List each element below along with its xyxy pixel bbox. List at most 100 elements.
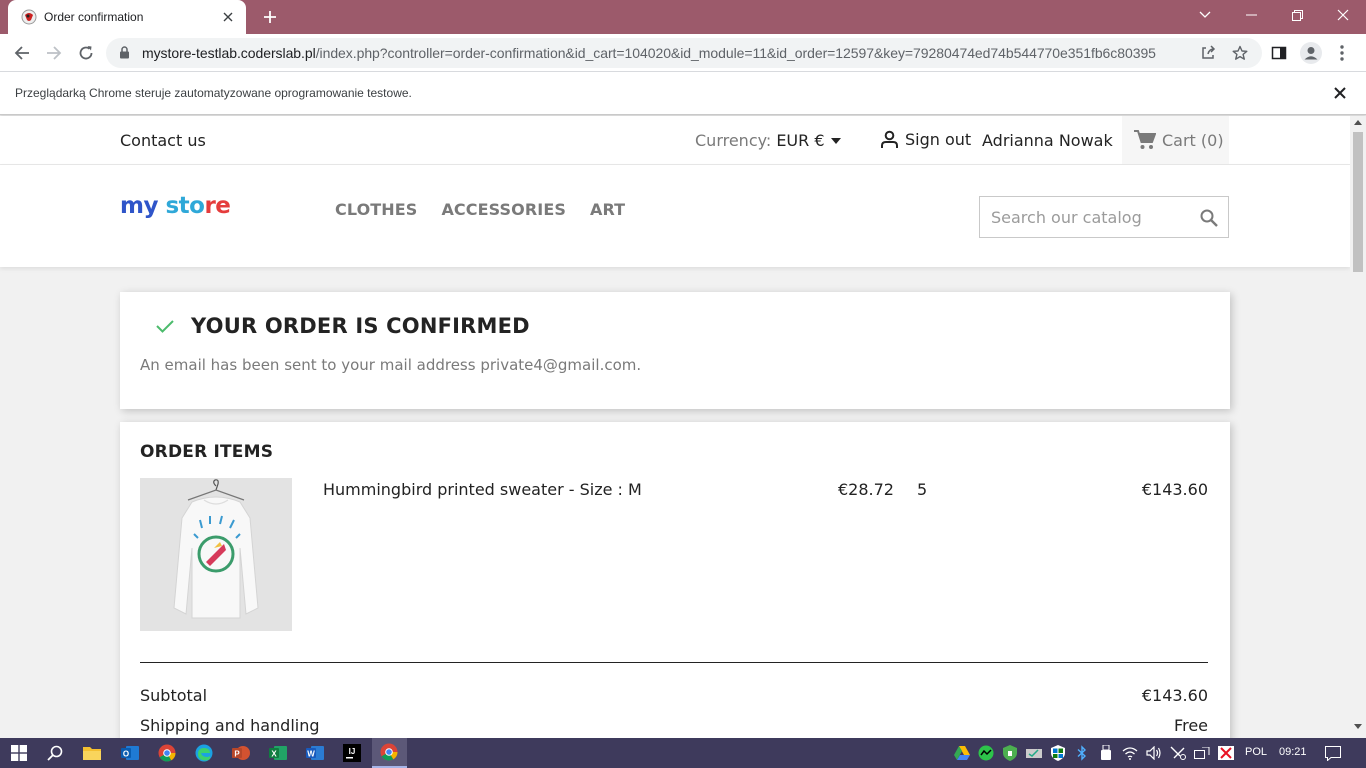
confirmation-email-text: An email has been sent to your mail addr… (140, 356, 642, 374)
shipping-value: Free (1174, 716, 1208, 735)
chrome-active-taskbar-item[interactable] (372, 738, 407, 768)
sign-out-link[interactable]: Sign out (880, 130, 971, 149)
page-scrollbar[interactable] (1350, 116, 1366, 738)
search-icon[interactable] (1200, 209, 1218, 231)
clock-time[interactable]: 09:21 (1279, 746, 1307, 758)
windows-security-icon[interactable] (1050, 745, 1066, 761)
powerpoint-icon[interactable]: P (230, 742, 252, 764)
network-drive-icon[interactable] (1026, 745, 1042, 761)
scroll-up-icon[interactable] (1354, 120, 1362, 125)
volume-icon[interactable] (1146, 745, 1162, 761)
minimize-icon[interactable] (1228, 0, 1274, 30)
header-nav-bar: Contact us Currency: EUR € Sign out Adri… (0, 116, 1350, 165)
action-center-icon[interactable] (1325, 745, 1341, 761)
product-name: Hummingbird printed sweater - Size : M (323, 480, 642, 499)
product-image (140, 478, 292, 631)
bookmark-star-icon[interactable] (1230, 43, 1250, 63)
currency-value: EUR € (776, 131, 825, 150)
tab-search-icon[interactable] (1182, 0, 1228, 30)
menu-dots-icon[interactable] (1328, 39, 1356, 67)
notification-error-icon[interactable] (1218, 745, 1234, 761)
product-quantity: 5 (917, 480, 928, 499)
cart-button[interactable]: Cart (0) (1122, 116, 1229, 164)
search-widget (979, 196, 1229, 238)
lock-icon (120, 46, 129, 59)
cart-label: Cart (0) (1162, 130, 1224, 150)
store-logo[interactable]: my store (120, 193, 231, 219)
file-explorer-icon[interactable] (81, 742, 103, 764)
subtotal-label: Subtotal (140, 686, 208, 705)
sync-status-icon[interactable] (978, 745, 994, 761)
sign-out-label: Sign out (905, 130, 972, 149)
excel-icon[interactable]: X (267, 742, 289, 764)
svg-text:O: O (123, 750, 129, 759)
close-window-icon[interactable] (1320, 0, 1366, 30)
search-taskbar-icon[interactable] (44, 742, 66, 764)
svg-text:IJ: IJ (349, 747, 356, 756)
url-path: /index.php?controller=order-confirmation… (315, 45, 1156, 61)
currency-selector[interactable]: Currency: EUR € (695, 131, 841, 150)
account-name-link[interactable]: Adrianna Nowak (982, 131, 1113, 150)
tab-close-icon[interactable] (216, 5, 240, 29)
contact-us-link[interactable]: Contact us (120, 131, 206, 150)
share-icon[interactable] (1198, 43, 1218, 63)
language-indicator[interactable]: POL (1245, 746, 1267, 758)
subtotal-value: €143.60 (1141, 686, 1208, 705)
wifi-icon[interactable] (1122, 745, 1138, 761)
url-host: mystore-testlab.coderslab.pl (142, 45, 316, 61)
keyboard-input-icon[interactable] (1194, 745, 1210, 761)
order-items-card: ORDER ITEMS Hummingbird printed sweater … (120, 422, 1230, 738)
shopping-cart-icon (1134, 130, 1156, 149)
check-icon (156, 320, 174, 333)
side-panel-icon[interactable] (1265, 39, 1293, 67)
edge-icon[interactable] (193, 742, 215, 764)
intellij-icon[interactable]: IJ (341, 742, 363, 764)
tab-title: Order confirmation (44, 10, 144, 24)
usb-device-icon[interactable] (1098, 745, 1114, 761)
confirmation-title: YOUR ORDER IS CONFIRMED (191, 314, 530, 338)
bluetooth-icon[interactable] (1074, 745, 1090, 761)
product-unit-price: €28.72 (838, 480, 894, 499)
automation-infobar: Przeglądarką Chrome steruje zautomatyzow… (0, 72, 1366, 115)
caret-down-icon (830, 137, 841, 144)
forward-icon[interactable] (40, 39, 68, 67)
security-shield-icon[interactable] (1002, 745, 1018, 761)
scrollbar-thumb[interactable] (1353, 132, 1363, 272)
profile-avatar-icon[interactable] (1297, 39, 1325, 67)
tab-strip: Order confirmation (0, 0, 1366, 34)
back-icon[interactable] (8, 39, 36, 67)
main-menu: CLOTHES ACCESSORIES ART (335, 200, 625, 219)
scroll-down-icon[interactable] (1354, 724, 1362, 729)
svg-text:W: W (307, 750, 315, 759)
shipping-label: Shipping and handling (140, 716, 320, 735)
user-icon (881, 130, 898, 148)
browser-tab[interactable]: Order confirmation (8, 0, 246, 34)
menu-item-art[interactable]: ART (590, 200, 625, 219)
svg-text:X: X (271, 750, 277, 759)
outlook-icon[interactable]: O (119, 742, 141, 764)
divider (140, 662, 1208, 663)
menu-item-clothes[interactable]: CLOTHES (335, 200, 417, 219)
order-confirmation-card: YOUR ORDER IS CONFIRMED An email has bee… (120, 292, 1230, 409)
currency-label: Currency: (695, 131, 772, 150)
infobar-close-icon[interactable] (1332, 85, 1348, 105)
restore-icon[interactable] (1274, 0, 1320, 30)
page-viewport: Contact us Currency: EUR € Sign out Adri… (0, 116, 1350, 738)
word-icon[interactable]: W (304, 742, 326, 764)
windows-taskbar: O P X W IJ POL 09:21 (0, 738, 1366, 768)
display-settings-icon[interactable] (1170, 745, 1186, 761)
address-bar[interactable]: mystore-testlab.coderslab.pl/index.php?c… (106, 38, 1262, 68)
search-input[interactable] (980, 197, 1195, 237)
product-line-total: €143.60 (1141, 480, 1208, 499)
url-text: mystore-testlab.coderslab.pl/index.php?c… (142, 45, 1156, 61)
windows-start-icon[interactable] (8, 742, 30, 764)
infobar-message: Przeglądarką Chrome steruje zautomatyzow… (15, 86, 412, 100)
google-drive-icon[interactable] (954, 745, 970, 761)
svg-text:P: P (234, 750, 240, 759)
reload-icon[interactable] (72, 39, 100, 67)
browser-toolbar: mystore-testlab.coderslab.pl/index.php?c… (0, 34, 1366, 72)
menu-item-accessories[interactable]: ACCESSORIES (441, 200, 566, 219)
chrome-taskbar-icon[interactable] (156, 742, 178, 764)
new-tab-icon[interactable] (258, 5, 282, 29)
header-top: my store CLOTHES ACCESSORIES ART (0, 165, 1350, 267)
